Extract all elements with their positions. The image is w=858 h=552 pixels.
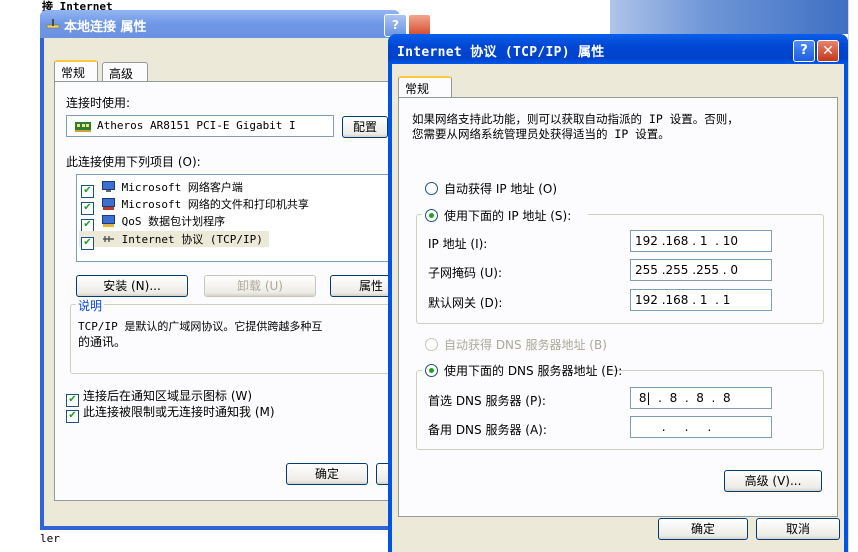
- subnet-mask-input[interactable]: 255 .255 .255 . 0: [630, 259, 772, 281]
- tab-general[interactable]: 常规: [398, 76, 452, 98]
- description-text: 的通讯。: [78, 335, 127, 349]
- alternate-dns-input[interactable]: . . .: [630, 416, 772, 438]
- default-gateway-label: 默认网关 (D):: [428, 296, 503, 310]
- screen-edge: [848, 0, 849, 552]
- title-bar[interactable]: Internet 协议 (TCP/IP) 属性 ? ✕: [388, 34, 848, 64]
- manual-dns-option[interactable]: 使用下面的 DNS 服务器地址 (E):: [422, 361, 622, 379]
- components-list[interactable]: ✔ Microsoft 网络客户端 ✔ Microsoft 网络的文件和打印机共…: [76, 174, 390, 262]
- auto-dns-label: 自动获得 DNS 服务器地址 (B): [444, 338, 607, 352]
- title-bar[interactable]: 本地连接 属性 ?: [40, 10, 431, 38]
- auto-ip-label: 自动获得 IP 地址 (O): [444, 182, 558, 196]
- adapter-name-field: Atheros AR8151 PCI-E Gigabit I: [66, 115, 334, 137]
- configure-button[interactable]: 配置: [342, 116, 388, 138]
- close-button[interactable]: ✕: [817, 40, 839, 62]
- monitor-icon: [101, 181, 115, 192]
- list-item-selected[interactable]: ✔ Internet 协议 (TCP/IP): [79, 231, 269, 250]
- checkbox-checked[interactable]: ✔: [66, 410, 79, 423]
- manual-dns-label: 使用下面的 DNS 服务器地址 (E):: [444, 364, 623, 378]
- tab-advanced[interactable]: 高级: [102, 62, 148, 82]
- description-text: TCP/IP 是默认的广域网协议。它提供跨越多种互: [78, 320, 323, 333]
- items-label: 此连接使用下列项目 (O):: [66, 155, 201, 169]
- help-button[interactable]: ?: [793, 40, 815, 62]
- default-gateway-input[interactable]: 192 .168 . 1 . 1: [630, 289, 772, 311]
- cancel-button[interactable]: 取消: [756, 518, 840, 540]
- window-title: 本地连接 属性: [64, 20, 147, 35]
- preferred-dns-label: 首选 DNS 服务器 (P):: [428, 394, 546, 408]
- subnet-mask-label: 子网掩码 (U):: [428, 266, 503, 280]
- manual-ip-radio[interactable]: [425, 209, 438, 222]
- preferred-dns-input[interactable]: 8| . 8 . 8 . 8: [630, 387, 772, 409]
- list-item[interactable]: ✔ Microsoft 网络的文件和打印机共享: [81, 196, 309, 215]
- qos-scheduler-icon: [101, 215, 115, 227]
- install-button[interactable]: 安装 (N)...: [76, 275, 188, 297]
- auto-ip-radio[interactable]: [425, 182, 438, 195]
- network-adapter-icon: [75, 122, 91, 132]
- notify-option[interactable]: ✔ 此连接被限制或无连接时通知我 (M): [66, 403, 275, 423]
- auto-dns-radio[interactable]: [425, 338, 438, 351]
- intro-text: 您需要从网络系统管理员处获得适当的 IP 设置。: [412, 127, 670, 141]
- manual-ip-option[interactable]: 使用下面的 IP 地址 (S):: [422, 206, 588, 224]
- ok-button[interactable]: 确定: [658, 518, 748, 540]
- uninstall-button[interactable]: 卸载 (U): [204, 275, 316, 297]
- tab-general[interactable]: 常规: [54, 60, 98, 82]
- ip-address-label: IP 地址 (I):: [428, 237, 488, 251]
- advanced-button[interactable]: 高级 (V)...: [724, 470, 822, 492]
- file-sharing-icon: [101, 198, 115, 210]
- alternate-dns-label: 备用 DNS 服务器 (A):: [428, 423, 547, 437]
- list-item[interactable]: ✔ Microsoft 网络客户端: [81, 179, 243, 198]
- protocol-icon: [102, 236, 114, 242]
- desktop-background: [610, 0, 848, 34]
- ok-button[interactable]: 确定: [286, 463, 368, 485]
- network-connection-icon: [46, 19, 60, 29]
- manual-dns-radio[interactable]: [425, 364, 438, 377]
- window-title: Internet 协议 (TCP/IP) 属性: [397, 45, 605, 60]
- intro-text: 如果网络支持此功能，则可以获取自动指派的 IP 设置。否则，: [412, 112, 739, 126]
- checkbox-checked[interactable]: ✔: [81, 237, 94, 250]
- manual-ip-label: 使用下面的 IP 地址 (S):: [444, 209, 572, 223]
- background-window-text: ler: [40, 532, 60, 545]
- list-item[interactable]: ✔ QoS 数据包计划程序: [81, 213, 225, 232]
- description-title: 说明: [76, 297, 105, 314]
- dns-settings-group: [416, 370, 824, 450]
- ip-address-input[interactable]: 192 .168 . 1 . 10: [630, 230, 772, 252]
- connect-using-label: 连接时使用:: [66, 96, 131, 110]
- adapter-name: Atheros AR8151 PCI-E Gigabit I: [97, 119, 296, 132]
